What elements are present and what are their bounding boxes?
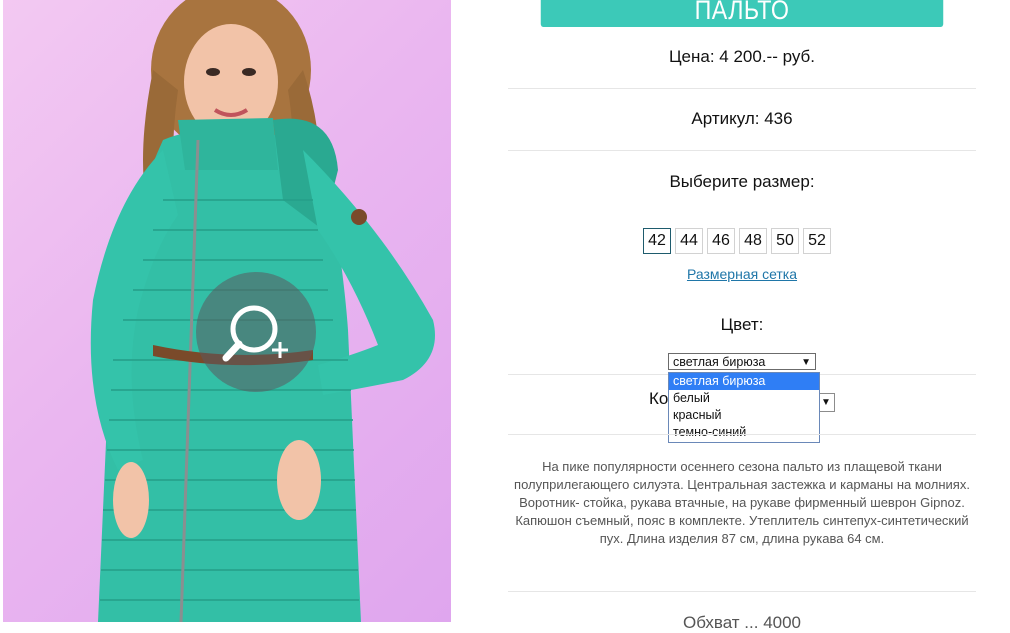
size-selector: 42 44 46 48 50 52: [643, 228, 831, 254]
size-prompt: Выберите размер:: [669, 172, 815, 191]
color-dropdown-list[interactable]: светлая бирюза белый красный темно-синий: [668, 372, 820, 443]
color-select-value: светлая бирюза: [673, 355, 766, 369]
price: Цена: 4 200.-- руб.: [668, 47, 816, 66]
size-option-44[interactable]: 44: [675, 228, 703, 254]
size-option-50[interactable]: 50: [771, 228, 799, 254]
color-option[interactable]: темно-синий: [669, 424, 819, 441]
color-option[interactable]: светлая бирюза: [669, 373, 819, 390]
divider: [508, 434, 976, 435]
divider: [508, 88, 976, 89]
product-image[interactable]: [3, 0, 451, 622]
quantity-label: Ко: [649, 389, 669, 408]
size-chart-link[interactable]: Размерная сетка: [508, 266, 976, 282]
product-title: ПАЛЬТО: [540, 0, 944, 27]
quantity-select-arrow[interactable]: ▼: [818, 393, 835, 412]
color-option[interactable]: красный: [669, 407, 819, 424]
divider: [508, 591, 976, 592]
color-select[interactable]: светлая бирюза ▼: [668, 353, 816, 370]
article: Артикул: 436: [691, 109, 793, 128]
size-option-52[interactable]: 52: [803, 228, 831, 254]
color-option[interactable]: белый: [669, 390, 819, 407]
size-option-48[interactable]: 48: [739, 228, 767, 254]
color-label: Цвет:: [720, 315, 764, 334]
zoom-button[interactable]: [196, 272, 316, 392]
size-option-42[interactable]: 42: [643, 228, 671, 254]
product-description: На пике популярности осеннего сезона пал…: [514, 459, 970, 546]
divider: [508, 150, 976, 151]
size-option-46[interactable]: 46: [707, 228, 735, 254]
triangle-down-icon: ▼: [801, 357, 811, 368]
cut-off-text: Обхват ... 4000: [682, 613, 802, 632]
magnifier-plus-icon: [222, 305, 288, 362]
